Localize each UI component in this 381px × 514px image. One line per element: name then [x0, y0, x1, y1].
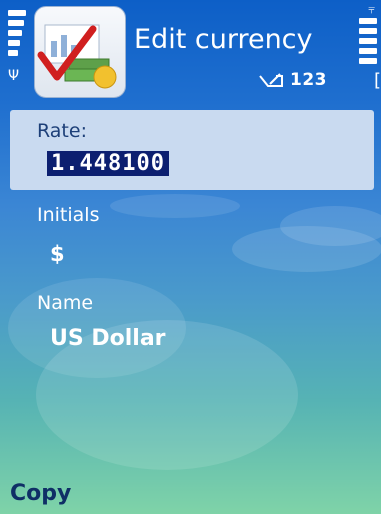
- initials-input[interactable]: $: [50, 242, 65, 266]
- rate-field[interactable]: Rate: 1.448100: [10, 110, 374, 190]
- status-header: Ψ Edit currency 123 ⫧ [: [0, 0, 381, 108]
- copy-softkey[interactable]: Copy: [10, 481, 71, 506]
- pencil-edit-icon: [258, 72, 284, 90]
- rate-input[interactable]: 1.448100: [47, 151, 169, 176]
- background-bubble: [280, 206, 381, 246]
- battery-icon: [359, 18, 377, 68]
- currency-converter-icon: [34, 6, 126, 98]
- battery-plug-icon: ⫧: [368, 2, 375, 16]
- signal-antenna-icon: Ψ: [8, 68, 20, 84]
- background-bubble: [110, 194, 240, 218]
- name-label: Name: [37, 292, 94, 314]
- initials-label: Initials: [37, 204, 100, 226]
- name-input[interactable]: US Dollar: [50, 326, 166, 351]
- input-mode-indicator: 123: [290, 70, 327, 90]
- page-title: Edit currency: [134, 24, 313, 55]
- rate-label: Rate:: [37, 120, 87, 142]
- signal-strength-icon: [8, 10, 26, 60]
- battery-frame-icon: [: [373, 70, 381, 91]
